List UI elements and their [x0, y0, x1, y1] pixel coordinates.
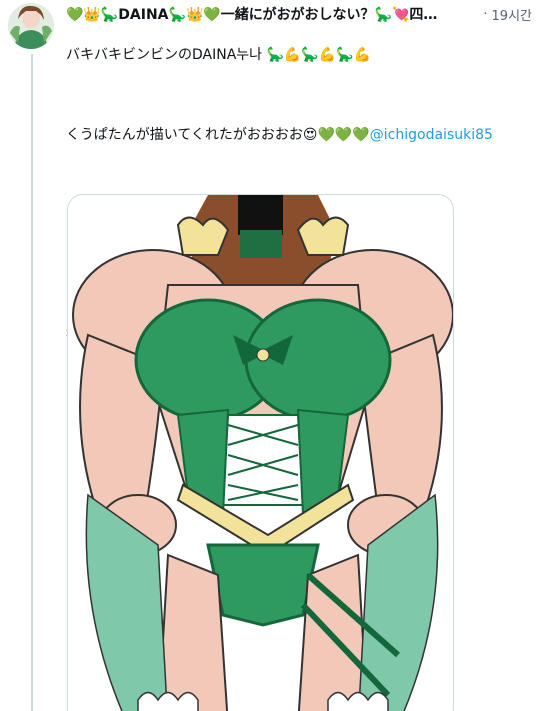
timestamp[interactable]: 19시간	[492, 5, 532, 24]
thread-line	[31, 54, 33, 711]
media-image[interactable]	[67, 194, 454, 711]
tweet-line-3-text: くうぱたんが描いてくれたがおおおお😍💚💚💚	[66, 127, 370, 143]
mention-link[interactable]: @ichigodaisuki85	[370, 127, 493, 143]
avatar-image	[8, 3, 54, 49]
tweet-header: 💚👑🦕DAINA🦕👑💚一緒にがおがおしない？🦕💘四… · 19시간	[66, 4, 532, 24]
tweet-gap	[66, 85, 531, 105]
avatar[interactable]	[8, 3, 54, 49]
separator: ·	[483, 6, 488, 22]
illustration	[68, 195, 453, 711]
display-name[interactable]: 💚👑🦕DAINA🦕👑💚一緒にがおがおしない？🦕💘四…	[66, 4, 477, 24]
tweet-line-3: くうぱたんが描いてくれたがおおおお😍💚💚💚@ichigodaisuki85	[66, 125, 531, 145]
tweet-gap	[66, 165, 531, 185]
tweet-line-1: バキバキビンビンのDAINA누나 🦕💪🦕💪🦕💪	[66, 47, 372, 63]
